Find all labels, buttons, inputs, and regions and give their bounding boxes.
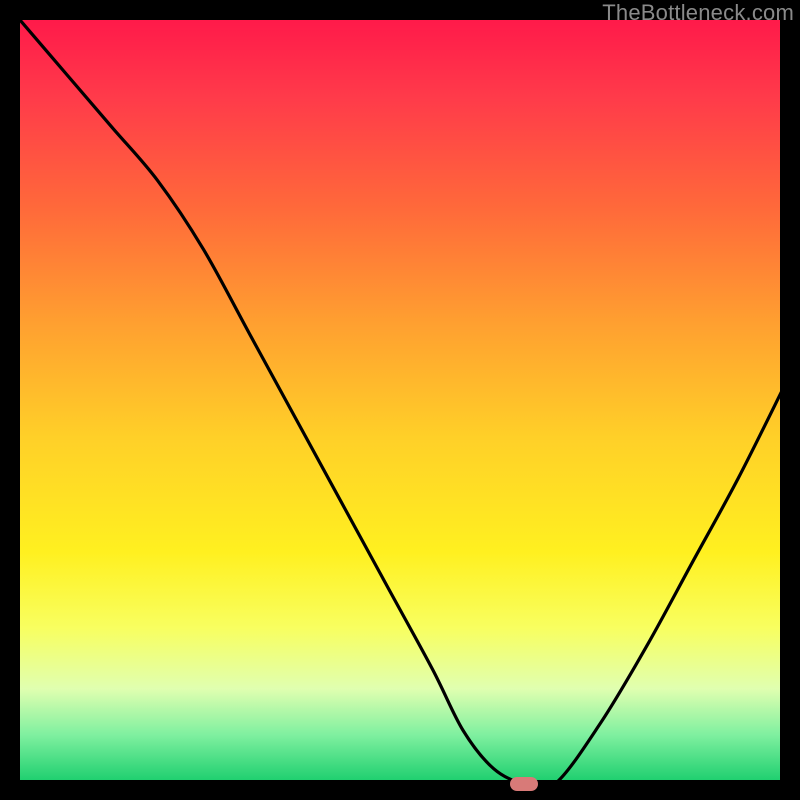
curve-layer xyxy=(20,20,784,784)
chart-canvas: TheBottleneck.com xyxy=(0,0,800,800)
curve-path xyxy=(20,20,784,784)
plot-area xyxy=(18,18,782,782)
optimal-marker xyxy=(510,777,538,791)
watermark-text: TheBottleneck.com xyxy=(602,0,794,26)
